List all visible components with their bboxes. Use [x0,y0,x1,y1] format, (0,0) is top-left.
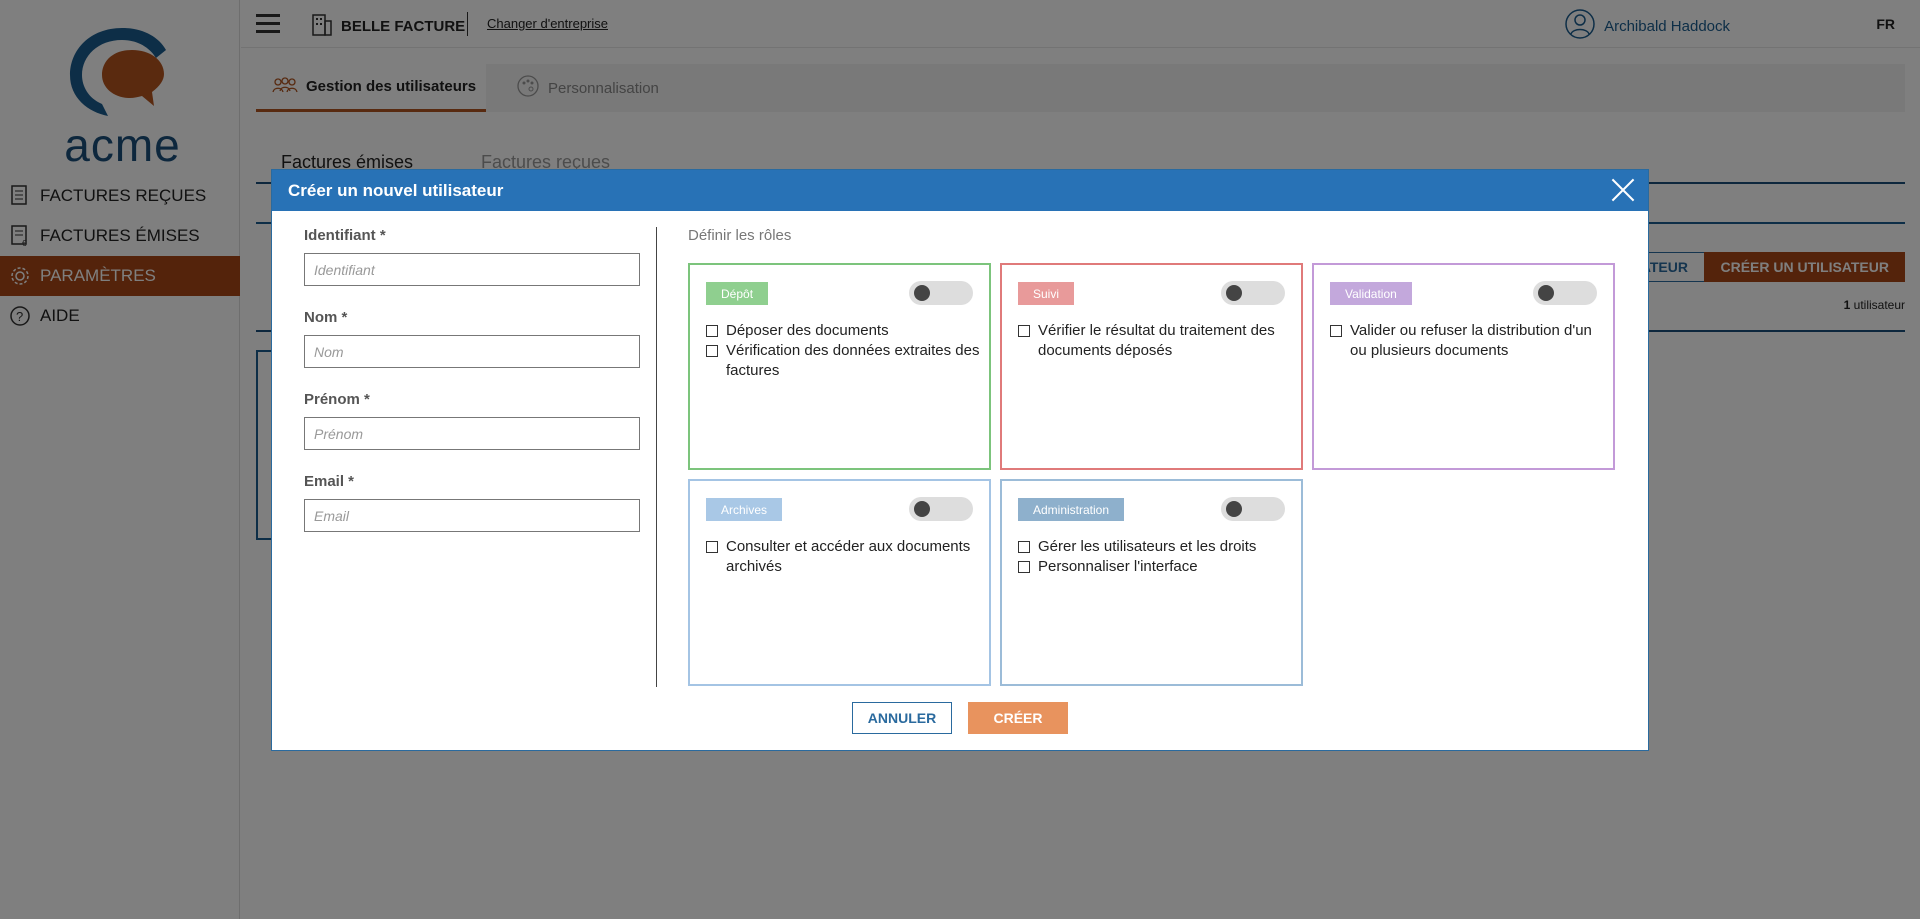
identifier-input[interactable] [304,253,640,286]
role-toggle[interactable] [1221,497,1285,521]
permission-item: Déposer des documents [706,321,981,341]
create-user-modal: Créer un nouvel utilisateur Identifiant … [271,169,1649,751]
permission-label: Déposer des documents [726,322,889,339]
modal-header: Créer un nouvel utilisateur [272,170,1648,211]
role-badge: Administration [1018,498,1125,521]
permission-item: Vérification des données extraites des f… [706,341,981,381]
role-card-validation: Validation Valider ou refuser la distrib… [1312,263,1615,470]
permission-label: Personnaliser l'interface [1038,558,1198,575]
permission-list: Déposer des documents Vérification des d… [706,321,981,381]
permission-item: Consulter et accéder aux documents archi… [706,537,981,577]
permission-label: Vérification des données extraites des f… [726,342,980,379]
role-badge: Suivi [1018,282,1075,305]
permission-checkbox[interactable] [706,345,718,357]
permission-label: Valider ou refuser la distribution d'un … [1350,322,1592,359]
user-form: Identifiant * Nom * Prénom * Email * [304,227,640,555]
last-name-input[interactable] [304,335,640,368]
first-name-label: Prénom * [304,391,370,408]
first-name-input[interactable] [304,417,640,450]
modal-title: Créer un nouvel utilisateur [288,180,504,200]
role-toggle[interactable] [909,497,973,521]
permission-list: Vérifier le résultat du traitement des d… [1018,321,1293,361]
permission-list: Gérer les utilisateurs et les droits Per… [1018,537,1293,577]
permission-label: Vérifier le résultat du traitement des d… [1038,322,1275,359]
permission-item: Valider ou refuser la distribution d'un … [1330,321,1605,361]
email-label: Email * [304,473,355,490]
permission-label: Gérer les utilisateurs et les droits [1038,538,1257,555]
role-card-archives: Archives Consulter et accéder aux docume… [688,479,991,686]
last-name-label: Nom * [304,309,348,326]
create-button[interactable]: CRÉER [968,702,1068,734]
role-card-depot: Dépôt Déposer des documents Vérification… [688,263,991,470]
permission-checkbox[interactable] [706,541,718,553]
permission-item: Vérifier le résultat du traitement des d… [1018,321,1293,361]
email-input[interactable] [304,499,640,532]
permission-checkbox[interactable] [1018,541,1030,553]
role-toggle[interactable] [909,281,973,305]
permission-checkbox[interactable] [1018,561,1030,573]
permission-label: Consulter et accéder aux documents archi… [726,538,971,575]
role-badge: Validation [1330,282,1412,305]
permission-list: Valider ou refuser la distribution d'un … [1330,321,1605,361]
roles-title: Définir les rôles [688,227,792,244]
role-card-suivi: Suivi Vérifier le résultat du traitement… [1000,263,1303,470]
role-badge: Archives [706,498,783,521]
permission-list: Consulter et accéder aux documents archi… [706,537,981,577]
permission-item: Personnaliser l'interface [1018,557,1293,577]
identifier-label: Identifiant * [304,227,386,244]
role-toggle[interactable] [1533,281,1597,305]
cancel-button[interactable]: ANNULER [852,702,952,734]
form-divider [656,227,657,687]
role-toggle[interactable] [1221,281,1285,305]
role-badge: Dépôt [706,282,769,305]
permission-item: Gérer les utilisateurs et les droits [1018,537,1293,557]
permission-checkbox[interactable] [706,325,718,337]
permission-checkbox[interactable] [1018,325,1030,337]
permission-checkbox[interactable] [1330,325,1342,337]
close-icon[interactable] [1610,177,1636,203]
role-card-administration: Administration Gérer les utilisateurs et… [1000,479,1303,686]
